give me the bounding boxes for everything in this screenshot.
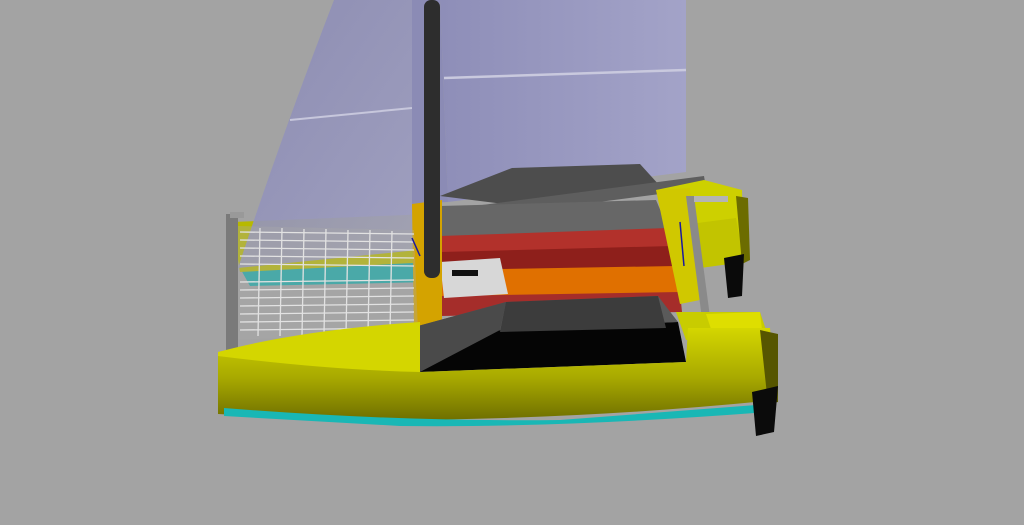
catamaran-scene [0,0,1024,525]
catamaran-render [0,0,1024,525]
cockpit-back-wall [500,296,666,332]
bow-rail [226,214,238,350]
bow-rail-top [230,212,244,218]
mast [424,0,440,278]
aft-rail-cross [694,196,728,202]
rudder [752,386,778,436]
hatch [440,258,508,298]
hatch-slot [452,270,478,276]
